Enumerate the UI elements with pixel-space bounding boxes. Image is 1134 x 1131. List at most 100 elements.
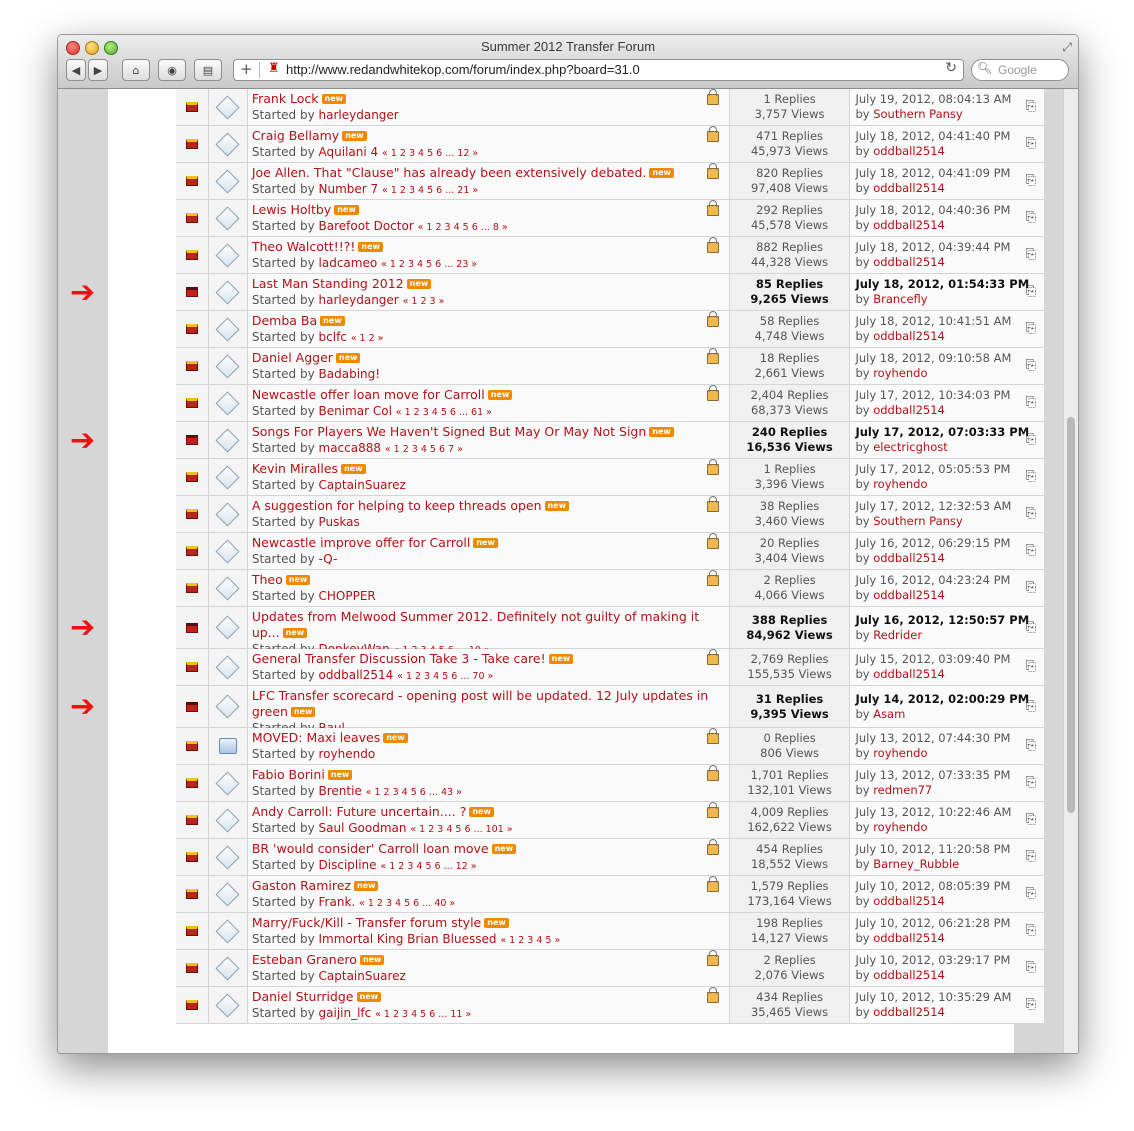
topic-title-link[interactable]: General Transfer Discussion Take 3 - Tak… [252, 651, 546, 666]
last-post-icon[interactable]: ⎘ [1026, 543, 1036, 558]
last-post-user-link[interactable]: oddball2514 [873, 667, 945, 681]
new-badge[interactable]: new [356, 992, 382, 1002]
topic-page-links[interactable]: « 1 2 » [351, 333, 384, 344]
last-post-user-link[interactable]: Southern Pansy [873, 514, 963, 528]
sidebar-toggle-button[interactable]: ▤ [194, 59, 222, 81]
address-bar[interactable]: + ♜ http://www.redandwhitekop.com/forum/… [233, 59, 964, 81]
new-badge[interactable]: new [285, 575, 311, 585]
new-badge[interactable]: new [491, 844, 517, 854]
new-badge[interactable]: new [321, 94, 347, 104]
topic-title-link[interactable]: Gaston Ramirez [252, 878, 351, 893]
topic-page-links[interactable]: « 1 2 3 » [403, 296, 445, 307]
last-post-user-link[interactable]: electricghost [873, 440, 948, 454]
last-post-icon[interactable]: ⎘ [1026, 136, 1036, 151]
new-badge[interactable]: new [649, 427, 674, 437]
add-bookmark-icon[interactable]: + [240, 60, 253, 78]
last-post-icon[interactable]: ⎘ [1026, 886, 1036, 901]
new-badge[interactable]: new [487, 390, 513, 400]
last-post-icon[interactable]: ⎘ [1026, 321, 1036, 336]
topic-title-link[interactable]: Fabio Borini [252, 767, 325, 782]
topic-title-link[interactable]: A suggestion for helping to keep threads… [252, 498, 542, 513]
last-post-icon[interactable]: ⎘ [1026, 738, 1036, 753]
new-badge[interactable]: new [282, 628, 308, 638]
last-post-user-link[interactable]: oddball2514 [873, 144, 945, 158]
search-field[interactable]: 🔍︎ Google [971, 59, 1069, 81]
topic-title-link[interactable]: BR 'would consider' Carroll loan move [252, 841, 489, 856]
topic-title-link[interactable]: Andy Carroll: Future uncertain.... ? [252, 804, 467, 819]
topic-author-link[interactable]: Discipline [319, 858, 377, 872]
topic-author-link[interactable]: -Q- [319, 552, 338, 566]
topic-page-links[interactable]: « 1 2 3 4 5 6 ... 61 » [396, 407, 492, 418]
topic-title-link[interactable]: Songs For Players We Haven't Signed But … [252, 424, 646, 439]
new-badge[interactable]: new [544, 501, 570, 511]
last-post-icon[interactable]: ⎘ [1026, 395, 1036, 410]
last-post-user-link[interactable]: oddball2514 [873, 218, 945, 232]
new-badge[interactable]: new [473, 538, 498, 548]
last-post-icon[interactable]: ⎘ [1026, 659, 1036, 674]
topic-page-links[interactable]: « 1 2 3 4 5 » [500, 935, 560, 946]
topic-author-link[interactable]: macca888 [319, 441, 382, 455]
topic-author-link[interactable]: CaptainSuarez [319, 478, 406, 492]
topic-title-link[interactable]: Theo Walcott!!?! [252, 239, 356, 254]
topic-title-link[interactable]: Esteban Granero [252, 952, 357, 967]
last-post-user-link[interactable]: royhendo [873, 366, 927, 380]
topic-title-link[interactable]: Kevin Miralles [252, 461, 338, 476]
last-post-user-link[interactable]: oddball2514 [873, 329, 945, 343]
new-badge[interactable]: new [342, 131, 367, 141]
topic-author-link[interactable]: Saul Goodman [319, 821, 407, 835]
last-post-icon[interactable]: ⎘ [1026, 358, 1036, 373]
last-post-user-link[interactable]: Redrider [873, 628, 922, 642]
topic-title-link[interactable]: Last Man Standing 2012 [252, 276, 404, 291]
topic-title-link[interactable]: Lewis Holtby [252, 202, 331, 217]
last-post-icon[interactable]: ⎘ [1026, 849, 1036, 864]
last-post-icon[interactable]: ⎘ [1026, 997, 1036, 1012]
last-post-user-link[interactable]: Barney_Rubble [873, 857, 959, 871]
last-post-user-link[interactable]: Asam [873, 707, 905, 721]
new-badge[interactable]: new [341, 464, 366, 474]
vertical-scrollbar[interactable] [1063, 89, 1078, 1053]
last-post-user-link[interactable]: Brancefly [873, 292, 927, 306]
topic-page-links[interactable]: « 1 2 3 4 5 6 ... 70 » [397, 671, 493, 682]
url-text[interactable]: http://www.redandwhitekop.com/forum/inde… [286, 62, 640, 77]
last-post-user-link[interactable]: oddball2514 [873, 968, 945, 982]
scrollbar-thumb[interactable] [1067, 417, 1075, 813]
new-badge[interactable]: new [290, 707, 316, 717]
topic-title-link[interactable]: Newcastle offer loan move for Carroll [252, 387, 485, 402]
fullscreen-icon[interactable]: ⤢ [1062, 40, 1072, 55]
topic-title-link[interactable]: LFC Transfer scorecard - opening post wi… [252, 688, 708, 719]
last-post-icon[interactable]: ⎘ [1026, 99, 1036, 114]
topic-author-link[interactable]: Benimar Col [319, 404, 392, 418]
topic-page-links[interactable]: « 1 2 3 4 5 6 ... 23 » [381, 259, 477, 270]
topic-author-link[interactable]: gaijin_lfc [319, 1006, 372, 1020]
topic-title-link[interactable]: Theo [252, 572, 283, 587]
last-post-icon[interactable]: ⎘ [1026, 923, 1036, 938]
topic-title-link[interactable]: Marry/Fuck/Kill - Transfer forum style [252, 915, 481, 930]
topic-title-link[interactable]: Demba Ba [252, 313, 317, 328]
last-post-icon[interactable]: ⎘ [1026, 284, 1036, 299]
last-post-icon[interactable]: ⎘ [1026, 210, 1036, 225]
topic-author-link[interactable]: Badabing! [319, 367, 381, 381]
last-post-icon[interactable]: ⎘ [1026, 247, 1036, 262]
topic-page-links[interactable]: « 1 2 3 4 5 6 ... 12 » [380, 861, 476, 872]
last-post-user-link[interactable]: oddball2514 [873, 181, 945, 195]
topic-page-links[interactable]: « 1 2 3 4 5 6 ... 8 » [418, 222, 508, 233]
new-badge[interactable]: new [484, 918, 509, 928]
topic-page-links[interactable]: « 1 2 3 4 5 6 7 » [385, 444, 463, 455]
last-post-user-link[interactable]: redmen77 [873, 783, 932, 797]
last-post-user-link[interactable]: oddball2514 [873, 931, 945, 945]
last-post-icon[interactable]: ⎘ [1026, 775, 1036, 790]
topic-author-link[interactable]: bclfc [319, 330, 347, 344]
new-badge[interactable]: new [353, 881, 379, 891]
topic-author-link[interactable]: Immortal King Brian Bluessed [319, 932, 497, 946]
topic-author-link[interactable]: CaptainSuarez [319, 969, 406, 983]
topic-page-links[interactable]: « 1 2 3 4 5 6 ... 11 » [375, 1009, 471, 1020]
topic-author-link[interactable]: CHOPPER [319, 589, 376, 603]
last-post-icon[interactable]: ⎘ [1026, 469, 1036, 484]
last-post-user-link[interactable]: royhendo [873, 477, 927, 491]
topic-page-links[interactable]: « 1 2 3 4 5 6 ... 40 » [359, 898, 455, 909]
topic-author-link[interactable]: Puskas [319, 515, 360, 529]
last-post-user-link[interactable]: royhendo [873, 746, 927, 760]
last-post-user-link[interactable]: oddball2514 [873, 1005, 945, 1019]
topic-page-links[interactable]: « 1 2 3 4 5 6 ... 21 » [382, 185, 478, 196]
last-post-user-link[interactable]: oddball2514 [873, 255, 945, 269]
